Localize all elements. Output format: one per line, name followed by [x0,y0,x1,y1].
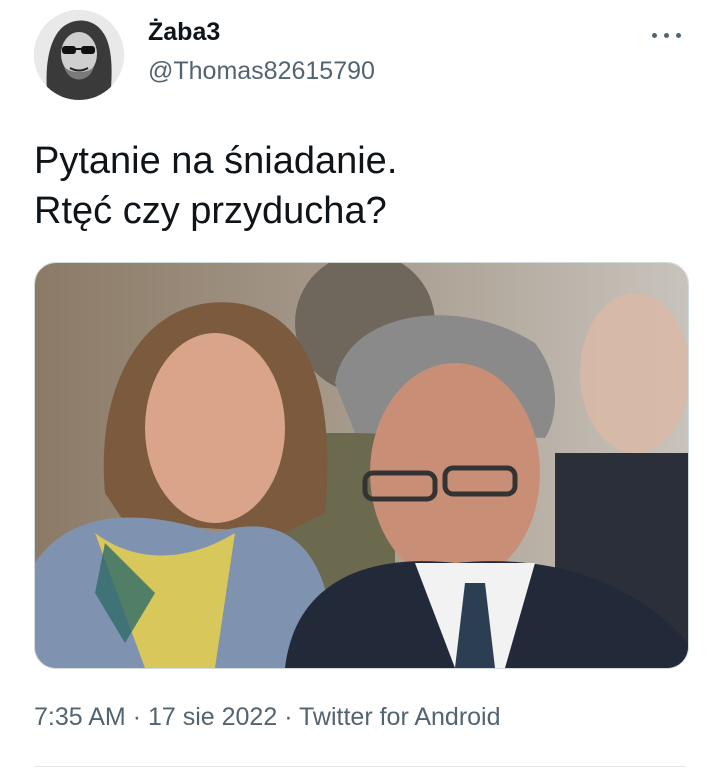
tweet-meta: 7:35 AM · 17 sie 2022 · Twitter for Andr… [34,703,501,732]
avatar-image [34,10,124,100]
meta-separator: · [284,703,293,731]
tweet-text-line: Rtęć czy przyducha? [34,190,387,232]
display-name[interactable]: Żaba3 [148,18,220,47]
photo-image [35,263,688,668]
tweet-text-line: Pytanie na śniadanie. [34,140,398,182]
meta-separator: · [132,703,142,731]
more-options-icon[interactable] [650,26,684,44]
tweet-text: Pytanie na śniadanie. Rtęć czy przyducha… [34,136,397,236]
avatar[interactable] [34,10,124,100]
tweet-time[interactable]: 7:35 AM [34,703,126,731]
tweet-photo[interactable] [34,262,689,669]
tweet-date[interactable]: 17 sie 2022 [148,703,277,731]
tweet-source[interactable]: Twitter for Android [299,703,500,731]
divider [34,766,686,767]
user-handle[interactable]: @Thomas82615790 [148,57,375,86]
